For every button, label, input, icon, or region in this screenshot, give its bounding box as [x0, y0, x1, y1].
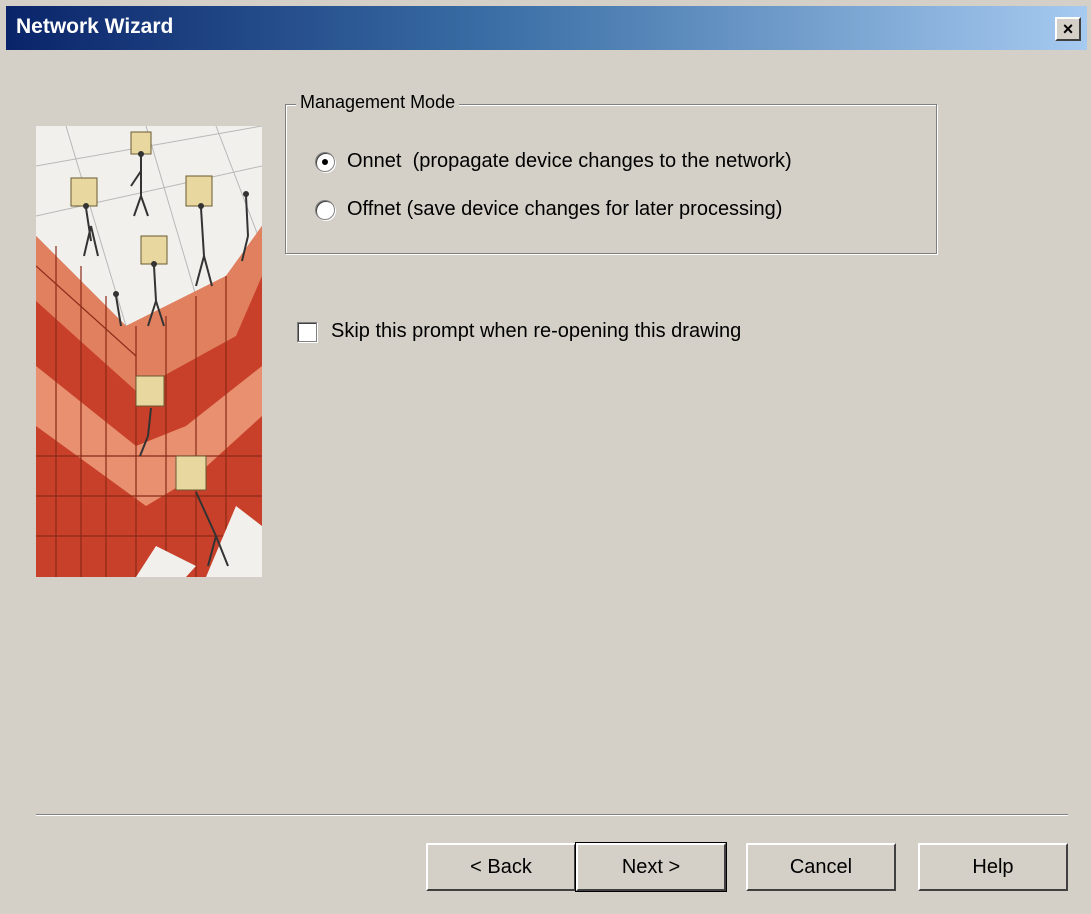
title-bar[interactable]: Network Wizard ×: [6, 6, 1087, 50]
wizard-illustration: [36, 126, 262, 577]
back-button[interactable]: < Back: [426, 843, 576, 891]
next-button[interactable]: Next >: [575, 842, 727, 892]
help-button[interactable]: Help: [918, 843, 1068, 891]
offnet-radio-option[interactable]: Offnet (save device changes for later pr…: [315, 198, 782, 221]
window-title: Network Wizard: [16, 15, 174, 38]
close-button[interactable]: ×: [1055, 17, 1081, 41]
button-separator: [36, 814, 1068, 816]
skip-prompt-option[interactable]: Skip this prompt when re-opening this dr…: [297, 320, 741, 343]
offnet-label[interactable]: Offnet (save device changes for later pr…: [347, 198, 782, 221]
management-mode-legend: Management Mode: [296, 92, 460, 113]
network-wizard-dialog: Network Wizard × Management Mode Onnet (…: [0, 0, 1091, 914]
onnet-radio-option[interactable]: Onnet (propagate device changes to the n…: [315, 150, 792, 173]
skip-prompt-checkbox[interactable]: [297, 321, 317, 342]
offnet-radio[interactable]: [315, 199, 335, 220]
people-carrying-boxes-illustration: [36, 126, 262, 577]
onnet-radio[interactable]: [315, 151, 335, 172]
close-icon: ×: [1062, 19, 1074, 39]
onnet-label[interactable]: Onnet (propagate device changes to the n…: [347, 150, 792, 173]
skip-prompt-label[interactable]: Skip this prompt when re-opening this dr…: [331, 320, 741, 343]
management-mode-group: Management Mode Onnet (propagate device …: [285, 92, 937, 254]
cancel-button[interactable]: Cancel: [746, 843, 896, 891]
